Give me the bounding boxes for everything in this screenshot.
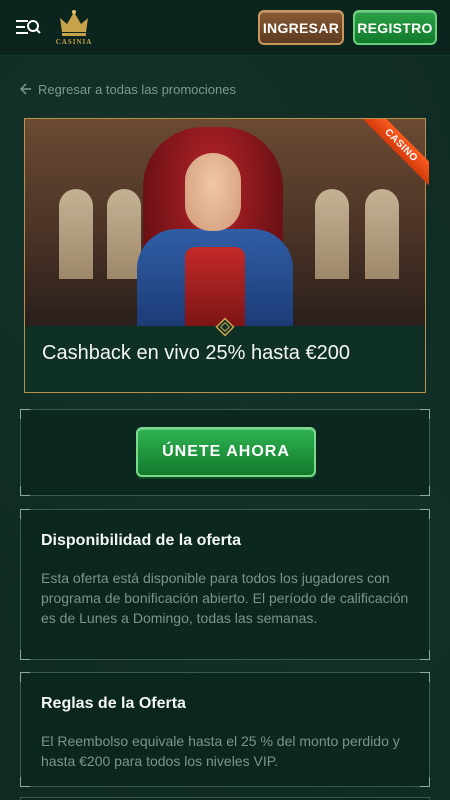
crown-icon [60, 10, 88, 36]
casino-badge-label: CASINO [359, 119, 429, 187]
back-to-promotions-link[interactable]: Regresar a todas las promociones [20, 80, 236, 98]
diamond-ornament-icon [215, 317, 235, 337]
register-button[interactable]: REGISTRO [353, 10, 437, 45]
section-title: Reglas de la Oferta [41, 695, 186, 712]
section-title: Disponibilidad de la oferta [41, 532, 242, 549]
logo-text: CASINIA [55, 38, 93, 46]
promo-title: Cashback en vivo 25% hasta €200 [42, 342, 350, 364]
login-button[interactable]: INGRESAR [258, 10, 344, 45]
casinia-logo[interactable]: CASINIA [54, 8, 94, 48]
join-now-button[interactable]: ÚNETE AHORA [136, 427, 316, 477]
offer-rules-section: Reglas de la Oferta El Reembolso equival… [20, 672, 430, 787]
section-body: Esta oferta está disponible para todos l… [41, 570, 409, 626]
arrow-left-icon [20, 83, 31, 95]
join-panel: ÚNETE AHORA [20, 409, 430, 496]
promo-card[interactable]: CASINO Cashback en vivo 25% hasta €200 [24, 118, 429, 393]
casino-badge: CASINO [359, 119, 429, 189]
top-header: CASINIA INGRESAR REGISTRO [0, 0, 450, 56]
section-body: El Reembolso equivale hasta el 25 % del … [41, 733, 400, 769]
offer-availability-section: Disponibilidad de la oferta Esta oferta … [20, 509, 430, 660]
back-link-label: Regresar a todas las promociones [38, 81, 236, 97]
menu-search-icon[interactable] [16, 16, 42, 40]
